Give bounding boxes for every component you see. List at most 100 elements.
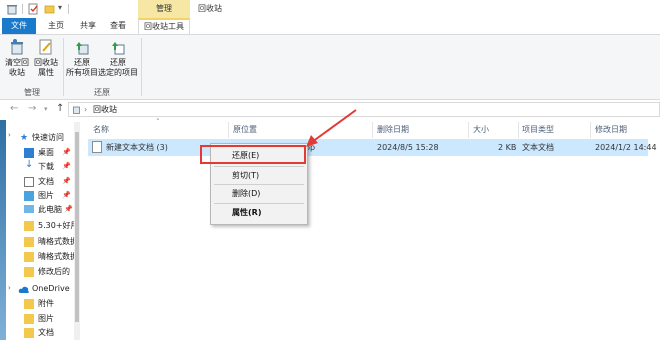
properties-check-icon[interactable] — [28, 3, 39, 15]
desktop-edge-strip — [0, 120, 6, 340]
nav-item-folder-2[interactable]: 晴格式数据 — [38, 235, 74, 249]
nav-item-this-pc[interactable]: 此电脑 — [38, 203, 64, 217]
restore-selected-button[interactable]: 还原 选定的项目 — [98, 38, 138, 78]
nav-item-onedrive[interactable]: OneDrive - — [32, 282, 72, 296]
pin-icon: 📌 — [62, 162, 71, 170]
menu-item-properties[interactable]: 属性(R) — [232, 204, 261, 221]
picture-icon — [24, 191, 34, 201]
nav-item-pictures[interactable]: 图片 — [38, 189, 62, 203]
group-label-restore: 还原 — [94, 88, 110, 97]
column-item-type[interactable]: 项目类型 — [522, 122, 554, 138]
group-separator — [63, 38, 64, 96]
tab-view[interactable]: 查看 — [106, 18, 130, 34]
empty-bin-label-1: 清空回 — [5, 58, 29, 67]
folder-icon — [24, 314, 34, 324]
column-original-location[interactable]: 原位置 — [233, 122, 257, 138]
recycle-bin-icon — [7, 5, 17, 15]
title-separator — [68, 4, 69, 14]
document-icon — [24, 177, 34, 187]
nav-scrollbar-thumb[interactable] — [75, 132, 79, 322]
forward-arrow-icon[interactable]: → — [28, 102, 36, 116]
nav-item-attachments[interactable]: 附件 — [38, 297, 68, 311]
star-icon: ★ — [20, 133, 29, 143]
folder-icon — [24, 328, 34, 338]
pin-icon: 📌 — [62, 148, 71, 156]
restore-all-label-2: 所有项目 — [66, 68, 98, 77]
column-size[interactable]: 大小 — [473, 122, 489, 138]
cloud-icon — [18, 286, 29, 293]
menu-item-delete[interactable]: 删除(D) — [232, 185, 260, 202]
properties-icon — [39, 39, 52, 55]
recycle-bin-small-icon — [73, 106, 80, 114]
address-bar[interactable] — [68, 102, 660, 117]
breadcrumb-chevron-icon[interactable]: › — [84, 102, 87, 117]
tab-recycle-bin-tools[interactable]: 回收站工具 — [138, 18, 190, 34]
nav-item-quick-access[interactable]: 快速访问 — [32, 131, 72, 145]
file-type: 文本文档 — [522, 143, 554, 152]
column-separator[interactable] — [228, 122, 229, 138]
tab-share[interactable]: 共享 — [76, 18, 100, 34]
column-separator[interactable] — [590, 122, 591, 138]
nav-item-downloads[interactable]: 下载 — [38, 160, 62, 174]
tab-file[interactable]: 文件 — [2, 18, 36, 34]
nav-item-folder-1[interactable]: 5.30+好用 — [38, 219, 74, 233]
restore-all-button[interactable]: 还原 所有项目 — [66, 38, 98, 78]
manage-context-label[interactable]: 管理 — [138, 0, 190, 18]
file-name: 新建文本文档 (3) — [106, 143, 168, 152]
annotation-arrow — [306, 109, 357, 147]
up-arrow-icon[interactable]: ↑ — [56, 102, 64, 116]
restore-all-label-1: 还原 — [74, 58, 90, 67]
nav-item-folder-4[interactable]: 修改后的 — [38, 265, 74, 279]
text-file-icon — [92, 141, 102, 153]
sort-arrow-icon: ˄ — [156, 118, 160, 126]
nav-item-onedrive-pictures[interactable]: 图片 — [38, 312, 68, 326]
folder-icon — [24, 221, 34, 231]
properties-label-2: 属性 — [38, 68, 54, 77]
file-date-deleted: 2024/8/5 15:28 — [377, 143, 439, 152]
nav-item-desktop[interactable]: 桌面 — [38, 146, 62, 160]
desktop-icon — [24, 148, 34, 158]
pin-icon: 📌 — [62, 191, 71, 199]
recycle-bin-properties-button[interactable]: 回收站 属性 — [32, 38, 60, 78]
empty-bin-label-2: 收站 — [9, 68, 25, 77]
back-arrow-icon[interactable]: ← — [10, 102, 18, 116]
pin-icon: 📌 — [62, 177, 71, 185]
nav-item-onedrive-documents[interactable]: 文档 — [38, 326, 68, 340]
file-date-modified: 2024/1/2 14:44 — [595, 143, 657, 152]
tab-home[interactable]: 主页 — [44, 18, 68, 34]
column-date-modified[interactable]: 修改日期 — [595, 122, 627, 138]
window-title: 回收站 — [198, 4, 222, 13]
folder-icon — [24, 267, 34, 277]
breadcrumb[interactable]: 回收站 — [93, 102, 117, 117]
menu-item-cut[interactable]: 剪切(T) — [232, 167, 259, 184]
column-separator[interactable] — [468, 122, 469, 138]
column-separator[interactable] — [518, 122, 519, 138]
column-separator[interactable] — [372, 122, 373, 138]
group-separator — [141, 38, 142, 96]
expand-chevron-icon[interactable]: › — [8, 131, 11, 139]
column-name[interactable]: 名称 — [93, 122, 109, 138]
restore-selected-label-2: 选定的项目 — [98, 68, 138, 77]
pin-icon: 📌 — [64, 205, 73, 213]
group-label-manage: 管理 — [24, 88, 40, 97]
folder-icon — [24, 237, 34, 247]
title-bar — [0, 0, 660, 18]
recent-dropdown-icon[interactable]: ▾ — [44, 102, 48, 116]
folder-icon — [24, 252, 34, 262]
file-size: 2 KB — [498, 143, 517, 152]
download-icon: ↓ — [25, 159, 34, 170]
table-row[interactable] — [88, 139, 648, 156]
folder-icon — [24, 299, 34, 309]
annotation-highlight-box — [200, 145, 306, 164]
nav-item-documents[interactable]: 文档 — [38, 175, 62, 189]
properties-label-1: 回收站 — [34, 58, 58, 67]
restore-all-icon — [76, 42, 89, 55]
nav-item-folder-3[interactable]: 晴格式数据 — [38, 250, 74, 264]
expand-chevron-icon[interactable]: › — [8, 284, 11, 292]
restore-selected-icon — [112, 42, 125, 55]
empty-recycle-bin-button[interactable]: 清空回 收站 — [4, 38, 30, 78]
empty-bin-icon — [11, 39, 23, 55]
quick-access-dropdown-icon[interactable]: ▾ — [58, 3, 62, 12]
column-date-deleted[interactable]: 删除日期 — [377, 122, 409, 138]
new-folder-icon[interactable] — [44, 3, 55, 15]
